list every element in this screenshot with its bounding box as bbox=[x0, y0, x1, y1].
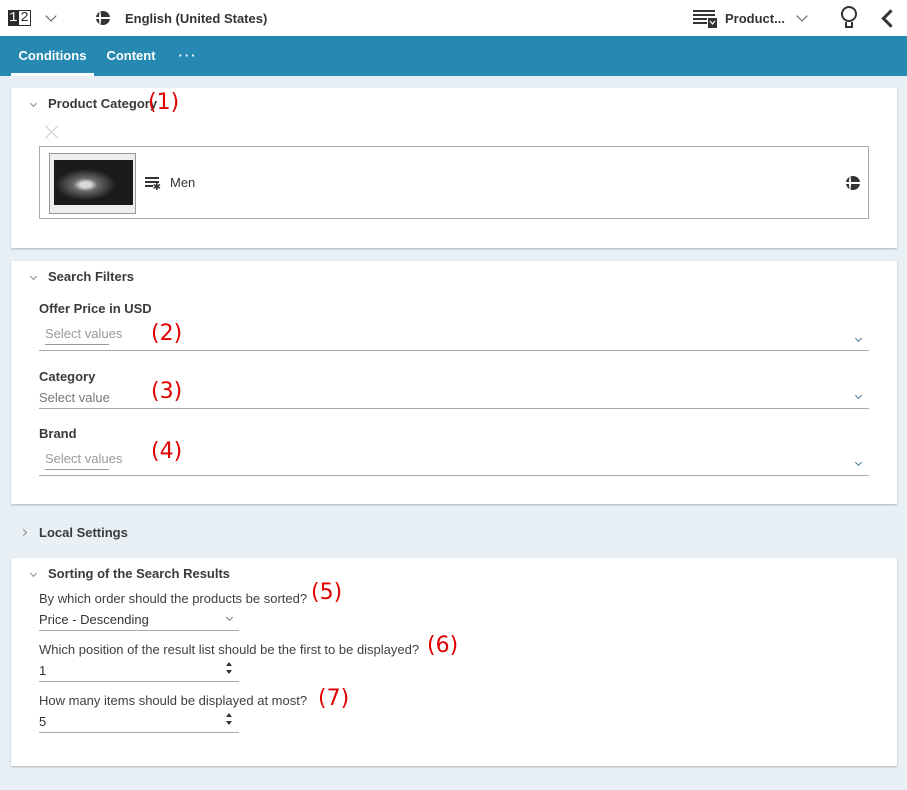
chevron-down-icon bbox=[854, 458, 863, 467]
tips-button[interactable] bbox=[840, 0, 858, 36]
section-title: Search Filters bbox=[48, 269, 134, 284]
max-items-question: How many items should be displayed at mo… bbox=[39, 693, 308, 708]
section-title: Product Category bbox=[48, 96, 158, 111]
local-settings-header[interactable]: Local Settings bbox=[19, 525, 128, 540]
annotation-label: (7) bbox=[318, 686, 350, 711]
spinner-up-icon bbox=[226, 662, 232, 666]
top-toolbar: 12 English (United States) Product... bbox=[0, 0, 907, 36]
sort-order-question: By which order should the products be so… bbox=[39, 591, 308, 606]
tab-more[interactable]: ··· bbox=[172, 36, 204, 76]
chevron-down-icon bbox=[29, 569, 38, 578]
sorting-section: Sorting of the Search Results By which o… bbox=[11, 558, 897, 766]
placeholder-underline bbox=[45, 469, 109, 470]
thumbnail-image bbox=[54, 160, 133, 205]
field-underline bbox=[39, 630, 239, 631]
field-underline bbox=[39, 681, 239, 682]
remove-icon[interactable] bbox=[45, 125, 59, 139]
globe-icon bbox=[846, 176, 860, 190]
chevron-down-icon bbox=[45, 9, 57, 22]
language-selector[interactable]: English (United States) bbox=[96, 0, 267, 36]
number-spinner[interactable] bbox=[225, 662, 233, 676]
product-dropdown-button[interactable] bbox=[796, 0, 808, 36]
tab-bar: Conditions Content ··· bbox=[0, 36, 907, 76]
product-selector[interactable]: Product... bbox=[693, 0, 785, 36]
first-position-question: Which position of the result list should… bbox=[39, 642, 420, 657]
annotation-label: (1) bbox=[148, 90, 180, 115]
tab-conditions[interactable]: Conditions bbox=[11, 36, 94, 76]
offer-price-label: Offer Price in USD bbox=[39, 301, 152, 316]
globe-icon bbox=[96, 11, 110, 25]
section-title: Sorting of the Search Results bbox=[48, 566, 231, 581]
lightbulb-icon bbox=[840, 6, 858, 30]
annotation-label: (2) bbox=[151, 321, 183, 346]
chevron-down-icon bbox=[29, 272, 38, 281]
chevron-down-icon bbox=[854, 391, 863, 400]
field-underline bbox=[39, 350, 869, 351]
chevron-down-icon bbox=[29, 99, 38, 108]
field-underline bbox=[39, 732, 239, 733]
product-category-header[interactable]: Product Category bbox=[29, 96, 158, 111]
annotation-label: (6) bbox=[427, 633, 459, 658]
product-label: Product... bbox=[725, 10, 785, 26]
category-icon: ✱ bbox=[145, 177, 161, 193]
numbering-dropdown-button[interactable] bbox=[45, 0, 57, 36]
chevron-down-icon bbox=[225, 613, 234, 622]
search-filters-header[interactable]: Search Filters bbox=[29, 269, 134, 284]
annotation-label: (5) bbox=[311, 580, 343, 605]
category-label: Category bbox=[39, 369, 96, 384]
sort-order-value: Price - Descending bbox=[39, 612, 149, 627]
product-category-section: Product Category (1) ✱ Men bbox=[11, 88, 897, 248]
language-label: English (United States) bbox=[125, 10, 268, 26]
spinner-down-icon bbox=[226, 721, 232, 725]
section-title: Local Settings bbox=[39, 525, 128, 540]
chevron-right-icon bbox=[19, 528, 28, 537]
annotation-label: (4) bbox=[151, 439, 183, 464]
back-button[interactable] bbox=[881, 0, 900, 36]
number-spinner[interactable] bbox=[225, 713, 233, 727]
brand-label: Brand bbox=[39, 426, 77, 441]
annotation-label: (3) bbox=[151, 379, 183, 404]
sorting-header[interactable]: Sorting of the Search Results bbox=[29, 566, 231, 581]
category-name: Men bbox=[170, 175, 196, 190]
spinner-up-icon bbox=[226, 713, 232, 717]
chevron-down-icon bbox=[854, 334, 863, 343]
field-underline bbox=[39, 408, 869, 409]
product-list-icon bbox=[693, 10, 717, 28]
search-filters-section: Search Filters Offer Price in USD Select… bbox=[11, 261, 897, 504]
chevron-left-icon bbox=[881, 8, 900, 28]
chevron-down-icon bbox=[796, 9, 808, 22]
numbering-icon[interactable]: 12 bbox=[8, 0, 31, 36]
placeholder-underline bbox=[45, 344, 109, 345]
linked-category-item[interactable]: ✱ Men bbox=[39, 146, 869, 219]
spinner-down-icon bbox=[226, 670, 232, 674]
brand-placeholder: Select values bbox=[45, 451, 123, 466]
field-underline bbox=[39, 475, 869, 476]
max-items-value: 5 bbox=[39, 714, 47, 729]
tab-content[interactable]: Content bbox=[101, 36, 161, 76]
first-position-value: 1 bbox=[39, 663, 47, 678]
category-placeholder: Select value bbox=[39, 390, 110, 405]
offer-price-placeholder: Select values bbox=[45, 326, 123, 341]
category-thumbnail bbox=[49, 153, 136, 214]
